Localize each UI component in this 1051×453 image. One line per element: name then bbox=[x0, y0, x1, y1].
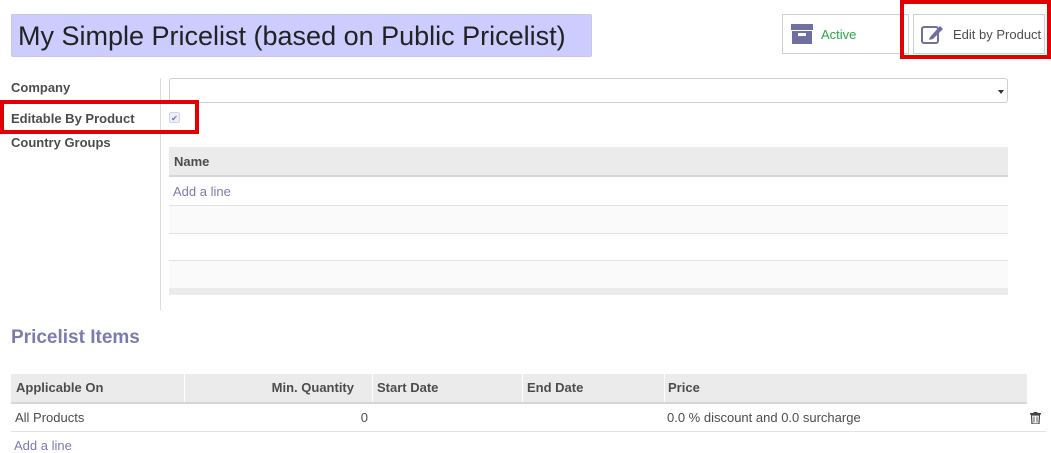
table-row-divider bbox=[11, 431, 1046, 432]
table-row-divider bbox=[169, 233, 1008, 234]
cell-min-quantity: 0 bbox=[360, 410, 368, 425]
edit-by-product-button[interactable]: Edit by Product bbox=[913, 14, 1045, 54]
cell-applicable-on: All Products bbox=[15, 410, 85, 425]
empty-table-row bbox=[169, 261, 1008, 288]
check-icon: ✔ bbox=[171, 114, 178, 123]
table-row[interactable]: All Products 0 0.0 % discount and 0.0 su… bbox=[11, 404, 1046, 431]
country-groups-label: Country Groups bbox=[11, 135, 111, 150]
label-column-divider bbox=[160, 78, 161, 310]
company-select[interactable] bbox=[169, 78, 1008, 103]
column-header-price[interactable]: Price bbox=[665, 374, 1027, 402]
trash-icon[interactable] bbox=[1030, 412, 1041, 425]
column-header-name[interactable]: Name bbox=[174, 154, 209, 169]
table-footer bbox=[169, 288, 1008, 295]
column-header-end-date[interactable]: End Date bbox=[523, 374, 665, 402]
archive-icon bbox=[791, 23, 813, 45]
cell-start-date bbox=[373, 404, 523, 431]
country-groups-table-header: Name bbox=[169, 147, 1008, 177]
company-label: Company bbox=[11, 80, 71, 95]
column-header-min-quantity[interactable]: Min. Quantity bbox=[185, 374, 373, 402]
caret-down-icon bbox=[998, 90, 1004, 94]
pricelist-items-add-line[interactable]: Add a line bbox=[14, 438, 72, 453]
active-label: Active bbox=[821, 26, 857, 42]
column-header-start-date[interactable]: Start Date bbox=[373, 374, 523, 402]
active-toggle-button[interactable]: Active bbox=[782, 14, 909, 54]
editable-by-product-checkbox[interactable]: ✔ bbox=[169, 112, 180, 123]
pricelist-items-title: Pricelist Items bbox=[11, 327, 140, 348]
pricelist-items-table-header: Applicable On Min. Quantity Start Date E… bbox=[11, 374, 1027, 404]
cell-end-date bbox=[523, 404, 665, 431]
country-groups-add-line[interactable]: Add a line bbox=[173, 184, 231, 199]
cell-price: 0.0 % discount and 0.0 surcharge bbox=[667, 410, 861, 425]
edit-icon bbox=[921, 23, 945, 45]
editable-by-product-label: Editable By Product bbox=[11, 111, 135, 126]
edit-by-product-label: Edit by Product bbox=[953, 26, 1042, 42]
column-header-applicable-on[interactable]: Applicable On bbox=[11, 374, 185, 402]
empty-table-row bbox=[169, 206, 1008, 233]
pricelist-name-input[interactable]: My Simple Pricelist (based on Public Pri… bbox=[11, 14, 592, 57]
